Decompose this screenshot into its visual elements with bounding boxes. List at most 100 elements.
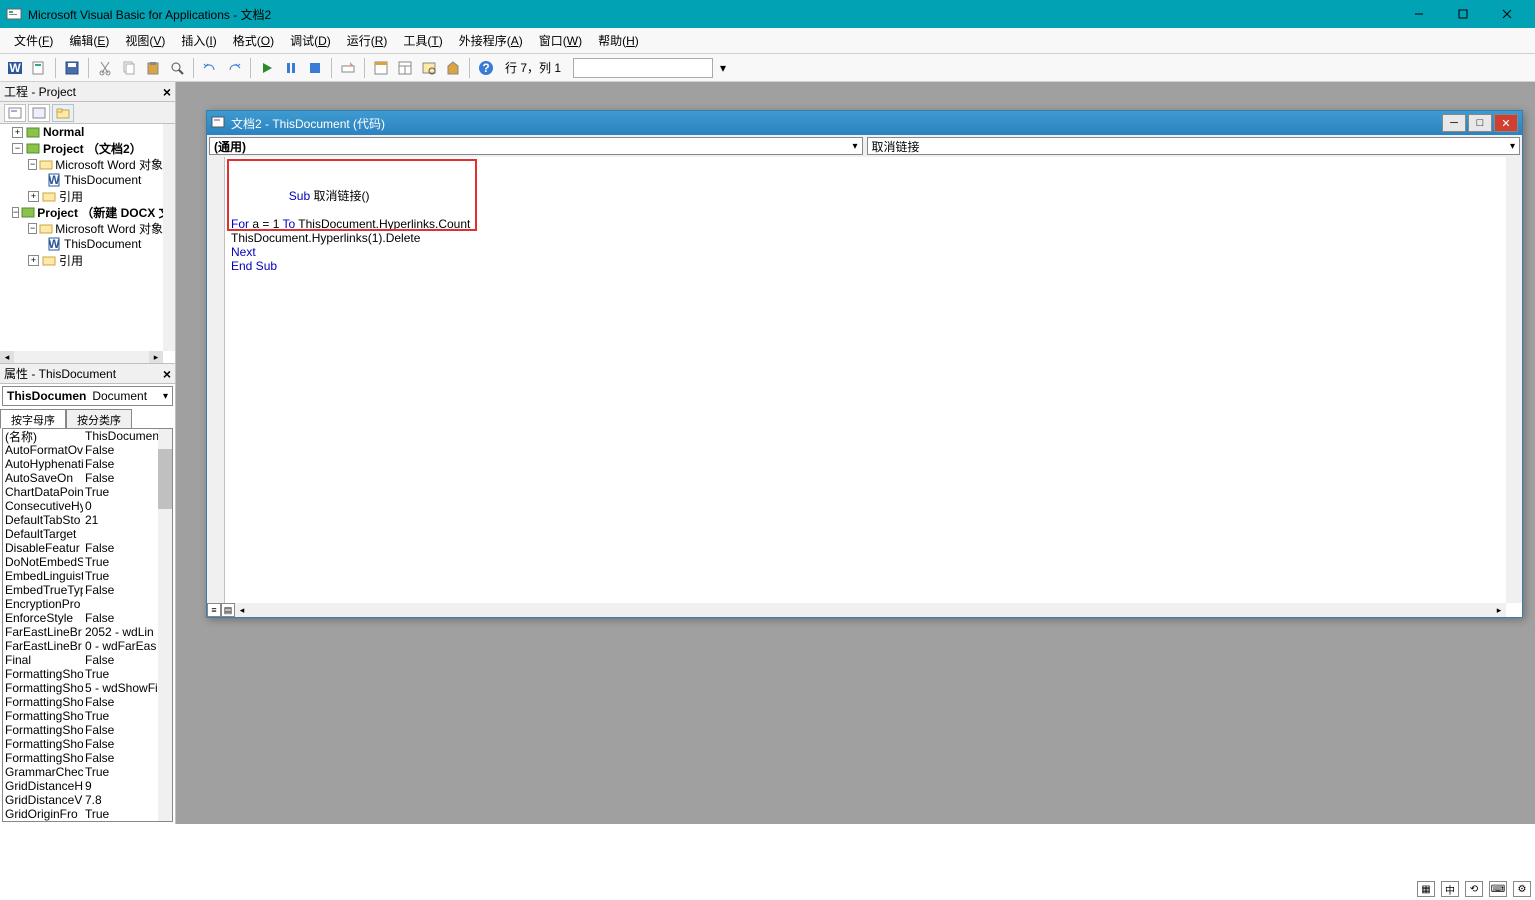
toolbar-search-dropdown-icon[interactable]: ▾ — [715, 58, 731, 78]
property-row[interactable]: EnforceStyleFalse — [3, 611, 172, 625]
property-row[interactable]: GridOriginFroTrue — [3, 807, 172, 821]
property-row[interactable]: DoNotEmbedSysTrue — [3, 555, 172, 569]
property-row[interactable]: FormattingShoTrue — [3, 709, 172, 723]
properties-object-selector[interactable]: ThisDocumen Document ▾ — [2, 386, 173, 406]
procedure-view-icon[interactable]: ≡ — [207, 603, 221, 617]
help-icon[interactable]: ? — [475, 57, 497, 79]
toolbar-search-input[interactable] — [573, 58, 713, 78]
insert-module-icon[interactable] — [28, 57, 50, 79]
code-window-maximize-button[interactable]: □ — [1468, 114, 1492, 132]
tree-item-wordobjs[interactable]: Microsoft Word 对象 — [55, 156, 163, 173]
pause-icon[interactable] — [280, 57, 302, 79]
properties-scrollbar[interactable] — [158, 429, 172, 821]
menu-i[interactable]: 插入(I) — [173, 29, 224, 52]
toggle-folders-icon[interactable] — [52, 104, 74, 122]
menu-v[interactable]: 视图(V) — [117, 29, 173, 52]
property-row[interactable]: EmbedLinguistTrue — [3, 569, 172, 583]
view-code-icon[interactable] — [4, 104, 26, 122]
tree-horizontal-scrollbar[interactable]: ◂▸ — [0, 351, 163, 363]
tree-item-thisdocument[interactable]: ThisDocument — [64, 173, 141, 187]
property-row[interactable]: EmbedTrueTypeFalse — [3, 583, 172, 597]
tree-toggle-icon[interactable]: + — [28, 255, 39, 266]
property-row[interactable]: ChartDataPoinTrue — [3, 485, 172, 499]
property-row[interactable]: AutoFormatOveFalse — [3, 443, 172, 457]
paste-icon[interactable] — [142, 57, 164, 79]
design-mode-icon[interactable] — [337, 57, 359, 79]
menu-a[interactable]: 外接程序(A) — [451, 29, 531, 52]
property-row[interactable]: FormattingShoFalse — [3, 723, 172, 737]
properties-grid[interactable]: (名称)ThisDocumentAutoFormatOveFalseAutoHy… — [2, 428, 173, 822]
code-horizontal-scrollbar[interactable]: ≡ ▤ ◂▸ — [207, 603, 1506, 617]
view-object-icon[interactable] — [28, 104, 50, 122]
tray-grid-icon[interactable]: ▦ — [1417, 881, 1435, 897]
code-vertical-scrollbar[interactable] — [1506, 157, 1522, 603]
property-row[interactable]: ConsecutiveHy0 — [3, 499, 172, 513]
property-row[interactable]: FarEastLineBr0 - wdFarEas — [3, 639, 172, 653]
code-object-dropdown[interactable]: (通用)▾ — [209, 137, 863, 155]
property-row[interactable]: DefaultTabSto21 — [3, 513, 172, 527]
tab-alphabetical[interactable]: 按字母序 — [0, 409, 66, 429]
code-window-close-button[interactable]: ✕ — [1494, 114, 1518, 132]
copy-icon[interactable] — [118, 57, 140, 79]
window-close-button[interactable] — [1485, 0, 1529, 28]
project-tree[interactable]: +Normal −Project （文档2） −Microsoft Word 对… — [0, 124, 175, 364]
property-row[interactable]: FormattingShoFalse — [3, 695, 172, 709]
code-editor[interactable]: Sub 取消链接() For a = 1 To ThisDocument.Hyp… — [225, 157, 1506, 603]
property-row[interactable]: GridDistanceH9 — [3, 779, 172, 793]
property-row[interactable]: AutoHyphenatiFalse ▾ — [3, 457, 172, 471]
property-row[interactable]: DefaultTarget — [3, 527, 172, 541]
save-icon[interactable] — [61, 57, 83, 79]
tree-item-wordobjs2[interactable]: Microsoft Word 对象 — [55, 220, 163, 237]
project-panel-close-icon[interactable]: × — [163, 84, 171, 100]
menu-e[interactable]: 编辑(E) — [61, 29, 117, 52]
tree-toggle-icon[interactable]: − — [12, 143, 23, 154]
redo-icon[interactable] — [223, 57, 245, 79]
property-row[interactable]: FinalFalse — [3, 653, 172, 667]
undo-icon[interactable] — [199, 57, 221, 79]
tree-item-refs2[interactable]: 引用 — [59, 252, 83, 269]
property-row[interactable]: FormattingShoFalse — [3, 751, 172, 765]
property-row[interactable]: FormattingShoTrue — [3, 667, 172, 681]
tree-item-refs[interactable]: 引用 — [59, 188, 83, 205]
menu-f[interactable]: 文件(F) — [6, 29, 61, 52]
code-window-minimize-button[interactable]: ─ — [1442, 114, 1466, 132]
menu-t[interactable]: 工具(T) — [395, 29, 450, 52]
tray-settings-icon[interactable]: ⚙ — [1513, 881, 1531, 897]
tree-item-project1[interactable]: Project （文档2） — [43, 140, 142, 157]
tree-item-project2[interactable]: Project （新建 DOCX 文 — [37, 204, 163, 221]
run-icon[interactable] — [256, 57, 278, 79]
property-row[interactable]: GridDistanceV7.8 — [3, 793, 172, 807]
property-row[interactable]: EncryptionPro — [3, 597, 172, 611]
project-explorer-icon[interactable] — [370, 57, 392, 79]
tree-item-normal[interactable]: Normal — [43, 125, 84, 139]
tree-item-thisdocument2[interactable]: ThisDocument — [64, 237, 141, 251]
toolbox-icon[interactable] — [442, 57, 464, 79]
property-row[interactable]: GrammarCheckeTrue — [3, 765, 172, 779]
menu-w[interactable]: 窗口(W) — [531, 29, 590, 52]
window-maximize-button[interactable] — [1441, 0, 1485, 28]
properties-icon[interactable] — [394, 57, 416, 79]
tree-toggle-icon[interactable]: − — [12, 207, 19, 218]
find-icon[interactable] — [166, 57, 188, 79]
view-word-icon[interactable]: W — [4, 57, 26, 79]
property-row[interactable]: FormattingShoFalse — [3, 737, 172, 751]
tray-punct-icon[interactable]: ⟲ — [1465, 881, 1483, 897]
property-row[interactable]: FarEastLineBr2052 - wdLin — [3, 625, 172, 639]
tree-vertical-scrollbar[interactable] — [163, 124, 175, 351]
property-row[interactable]: DisableFeaturFalse — [3, 541, 172, 555]
window-minimize-button[interactable] — [1397, 0, 1441, 28]
menu-o[interactable]: 格式(O) — [225, 29, 282, 52]
tree-toggle-icon[interactable]: + — [28, 191, 39, 202]
property-row[interactable]: AutoSaveOnFalse — [3, 471, 172, 485]
code-window-titlebar[interactable]: 文档2 - ThisDocument (代码) ─ □ ✕ — [207, 111, 1522, 135]
object-browser-icon[interactable] — [418, 57, 440, 79]
stop-icon[interactable] — [304, 57, 326, 79]
tray-keyboard-icon[interactable]: ⌨ — [1489, 881, 1507, 897]
code-procedure-dropdown[interactable]: 取消链接▾ — [867, 137, 1521, 155]
cut-icon[interactable] — [94, 57, 116, 79]
property-row[interactable]: (名称)ThisDocument — [3, 429, 172, 443]
tree-toggle-icon[interactable]: − — [28, 159, 37, 170]
properties-panel-close-icon[interactable]: × — [163, 366, 171, 382]
menu-r[interactable]: 运行(R) — [339, 29, 396, 52]
tray-ime-icon[interactable]: 中 — [1441, 881, 1459, 897]
